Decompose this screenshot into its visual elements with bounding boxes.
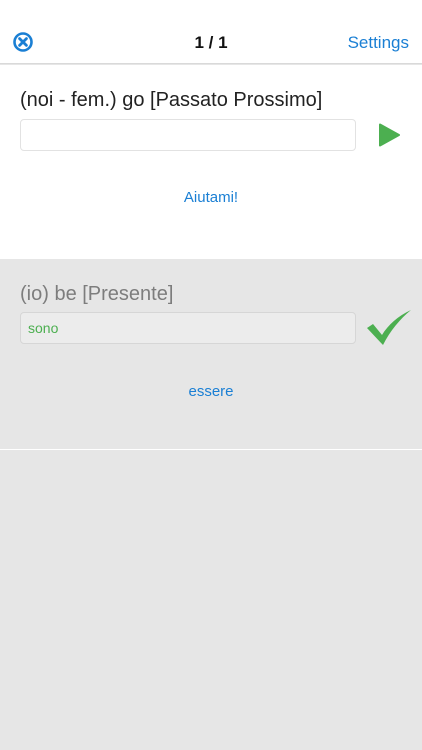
previous-question-prompt: (io) be [Presente] bbox=[20, 283, 174, 305]
play-icon[interactable] bbox=[376, 122, 402, 148]
infinitive-link[interactable]: essere bbox=[0, 383, 422, 400]
question-prompt: (noi - fem.) go [Passato Prossimo] bbox=[20, 89, 323, 111]
checkmark-icon bbox=[366, 309, 412, 347]
current-question-card: (noi - fem.) go [Passato Prossimo] Aiuta… bbox=[0, 65, 422, 259]
settings-button[interactable]: Settings bbox=[348, 33, 409, 53]
app-root: 1 / 1 Settings (noi - fem.) go [Passato … bbox=[0, 0, 422, 750]
navigation-bar: 1 / 1 Settings bbox=[0, 0, 422, 64]
answer-input[interactable] bbox=[20, 119, 356, 151]
previous-question-card: (io) be [Presente] sono essere bbox=[0, 259, 422, 450]
previous-answer-field: sono bbox=[20, 312, 356, 344]
help-button[interactable]: Aiutami! bbox=[0, 189, 422, 206]
